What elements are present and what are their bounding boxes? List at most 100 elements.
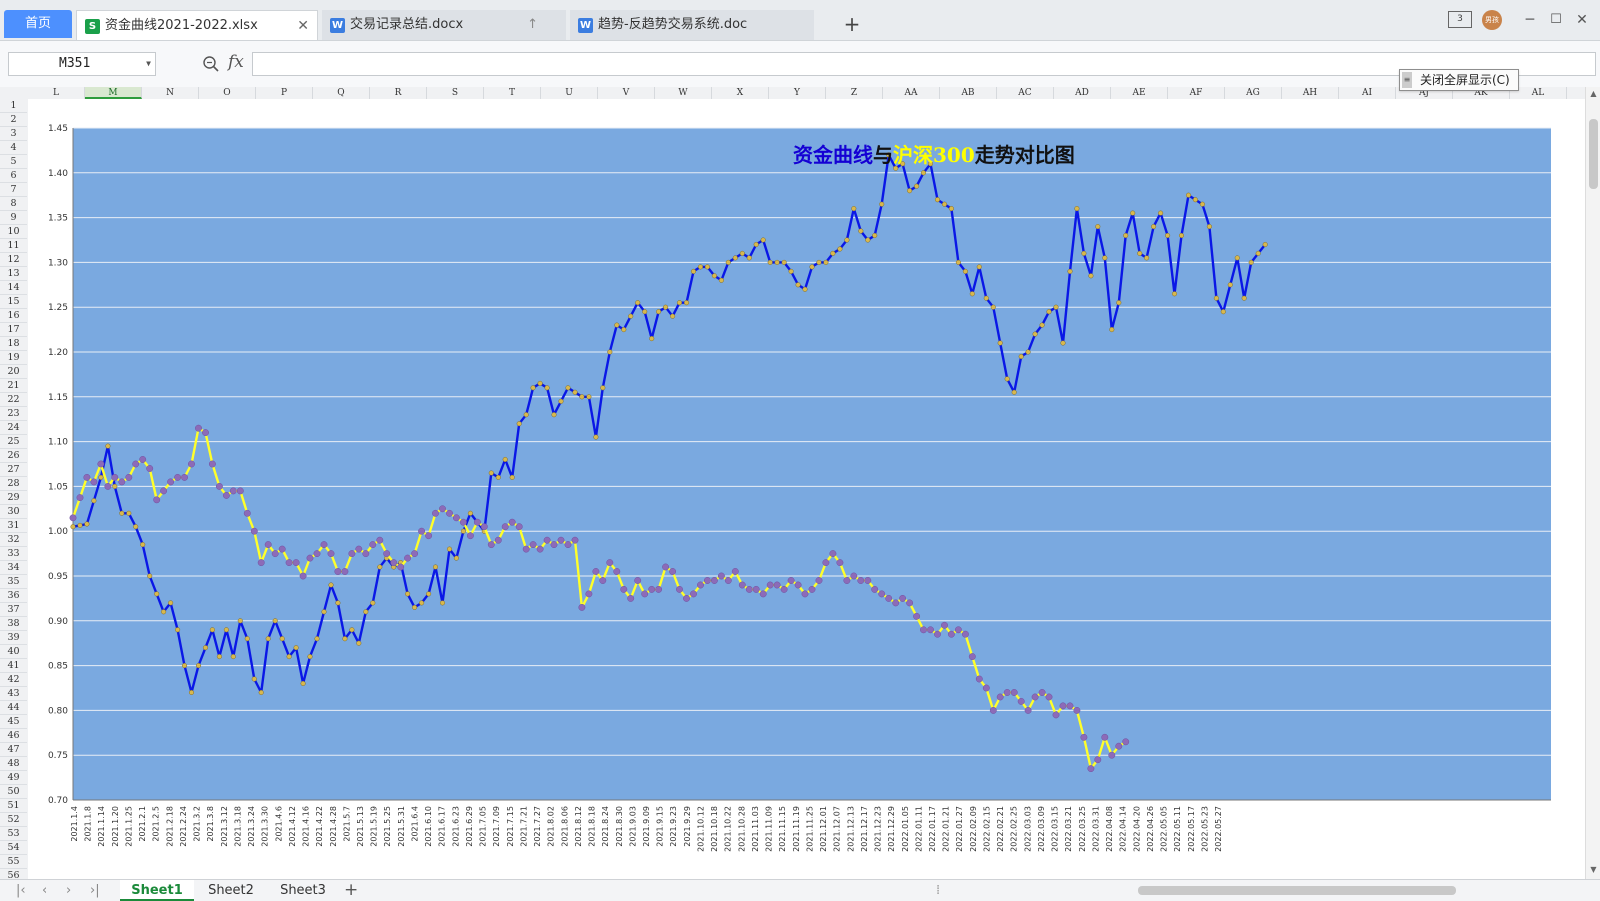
row-header-28[interactable]: 28 — [0, 477, 27, 491]
function-icon[interactable]: fx — [228, 52, 244, 72]
row-header-20[interactable]: 20 — [0, 365, 27, 379]
column-header-r[interactable]: R — [370, 87, 427, 99]
row-header-30[interactable]: 30 — [0, 505, 27, 519]
column-header-ad[interactable]: AD — [1054, 87, 1111, 99]
row-header-24[interactable]: 24 — [0, 421, 27, 435]
add-sheet-icon[interactable]: + — [344, 880, 358, 901]
row-header-14[interactable]: 14 — [0, 281, 27, 295]
formula-input[interactable] — [252, 52, 1596, 76]
row-header-41[interactable]: 41 — [0, 659, 27, 673]
row-header-52[interactable]: 52 — [0, 813, 27, 827]
close-window-icon[interactable]: ✕ — [1574, 10, 1590, 30]
row-header-47[interactable]: 47 — [0, 743, 27, 757]
row-header-4[interactable]: 4 — [0, 141, 27, 155]
row-header-46[interactable]: 46 — [0, 729, 27, 743]
name-box[interactable]: M351 ▼ — [8, 52, 156, 76]
row-header-42[interactable]: 42 — [0, 673, 27, 687]
column-header-y[interactable]: Y — [769, 87, 826, 99]
row-header-43[interactable]: 43 — [0, 687, 27, 701]
row-header-53[interactable]: 53 — [0, 827, 27, 841]
row-header-34[interactable]: 34 — [0, 561, 27, 575]
row-header-10[interactable]: 10 — [0, 225, 27, 239]
column-header-ag[interactable]: AG — [1225, 87, 1282, 99]
drag-handle-icon[interactable]: ≡ — [1402, 72, 1412, 88]
column-header-af[interactable]: AF — [1168, 87, 1225, 99]
chevron-down-icon[interactable]: ▼ — [146, 53, 151, 75]
row-header-22[interactable]: 22 — [0, 393, 27, 407]
line-chart[interactable]: 0.70 0.75 0.80 0.85 0.90 0.95 1.00 1.05 1.10 1.15… — [28, 99, 1585, 879]
column-header-q[interactable]: Q — [313, 87, 370, 99]
row-header-15[interactable]: 15 — [0, 295, 27, 309]
last-sheet-icon[interactable]: ›| — [90, 880, 100, 901]
scroll-up-icon[interactable]: ▲ — [1586, 87, 1600, 101]
row-header-19[interactable]: 19 — [0, 351, 27, 365]
row-header-8[interactable]: 8 — [0, 197, 27, 211]
scroll-thumb[interactable] — [1138, 886, 1456, 895]
tab-xlsx-file[interactable]: S 资金曲线2021-2022.xlsx ✕ — [76, 10, 318, 40]
row-header-35[interactable]: 35 — [0, 575, 27, 589]
maximize-icon[interactable]: ☐ — [1548, 10, 1564, 30]
column-header-w[interactable]: W — [655, 87, 712, 99]
row-header-51[interactable]: 51 — [0, 799, 27, 813]
sidebar-toggle-icon[interactable]: 3 — [1448, 11, 1472, 28]
row-header-18[interactable]: 18 — [0, 337, 27, 351]
home-tab[interactable]: 首页 — [4, 10, 72, 38]
row-header-23[interactable]: 23 — [0, 407, 27, 421]
row-header-3[interactable]: 3 — [0, 127, 27, 141]
column-header-ae[interactable]: AE — [1111, 87, 1168, 99]
row-header-7[interactable]: 7 — [0, 183, 27, 197]
sheet-grid[interactable]: 0.70 0.75 0.80 0.85 0.90 0.95 1.00 1.05 1.10 1.15… — [28, 99, 1585, 879]
row-header-39[interactable]: 39 — [0, 631, 27, 645]
column-header-p[interactable]: P — [256, 87, 313, 99]
prev-sheet-icon[interactable]: ‹ — [42, 880, 47, 901]
column-header-aa[interactable]: AA — [883, 87, 940, 99]
row-header-29[interactable]: 29 — [0, 491, 27, 505]
tab-sheet1[interactable]: Sheet1 — [120, 880, 194, 901]
row-header-25[interactable]: 25 — [0, 435, 27, 449]
column-header-t[interactable]: T — [484, 87, 541, 99]
row-header-31[interactable]: 31 — [0, 519, 27, 533]
row-header-2[interactable]: 2 — [0, 113, 27, 127]
row-header-56[interactable]: 56 — [0, 869, 27, 879]
column-header-ah[interactable]: AH — [1282, 87, 1339, 99]
column-header-m[interactable]: M — [85, 87, 142, 99]
tab-sheet3[interactable]: Sheet3 — [268, 880, 338, 901]
row-header-27[interactable]: 27 — [0, 463, 27, 477]
scroll-down-icon[interactable]: ▼ — [1586, 863, 1600, 877]
row-header-49[interactable]: 49 — [0, 771, 27, 785]
row-header-17[interactable]: 17 — [0, 323, 27, 337]
row-header-1[interactable]: 1 — [0, 99, 27, 113]
row-header-37[interactable]: 37 — [0, 603, 27, 617]
row-header-32[interactable]: 32 — [0, 533, 27, 547]
tab-docx-file[interactable]: W 交易记录总结.docx ↑ — [322, 10, 566, 40]
minimize-icon[interactable]: ─ — [1522, 10, 1538, 30]
row-header-33[interactable]: 33 — [0, 547, 27, 561]
column-header-ai[interactable]: AI — [1339, 87, 1396, 99]
row-header-9[interactable]: 9 — [0, 211, 27, 225]
column-header-l[interactable]: L — [28, 87, 85, 99]
row-header-16[interactable]: 16 — [0, 309, 27, 323]
column-header-s[interactable]: S — [427, 87, 484, 99]
upload-icon[interactable]: ↑ — [527, 10, 538, 40]
split-handle-icon[interactable]: ⁞ — [936, 880, 940, 901]
row-header-48[interactable]: 48 — [0, 757, 27, 771]
tab-doc-file[interactable]: W 趋势-反趋势交易系统.doc — [570, 10, 814, 40]
column-header-ac[interactable]: AC — [997, 87, 1054, 99]
vertical-scrollbar[interactable]: ▲ ▼ — [1585, 87, 1600, 879]
column-header-z[interactable]: Z — [826, 87, 883, 99]
column-header-ab[interactable]: AB — [940, 87, 997, 99]
row-header-55[interactable]: 55 — [0, 855, 27, 869]
row-header-54[interactable]: 54 — [0, 841, 27, 855]
row-header-13[interactable]: 13 — [0, 267, 27, 281]
row-header-11[interactable]: 11 — [0, 239, 27, 253]
row-header-40[interactable]: 40 — [0, 645, 27, 659]
row-header-26[interactable]: 26 — [0, 449, 27, 463]
row-header-6[interactable]: 6 — [0, 169, 27, 183]
scroll-thumb[interactable] — [1589, 119, 1598, 189]
row-header-44[interactable]: 44 — [0, 701, 27, 715]
column-header-v[interactable]: V — [598, 87, 655, 99]
row-header-45[interactable]: 45 — [0, 715, 27, 729]
column-header-o[interactable]: O — [199, 87, 256, 99]
row-header-36[interactable]: 36 — [0, 589, 27, 603]
tab-sheet2[interactable]: Sheet2 — [196, 880, 266, 901]
